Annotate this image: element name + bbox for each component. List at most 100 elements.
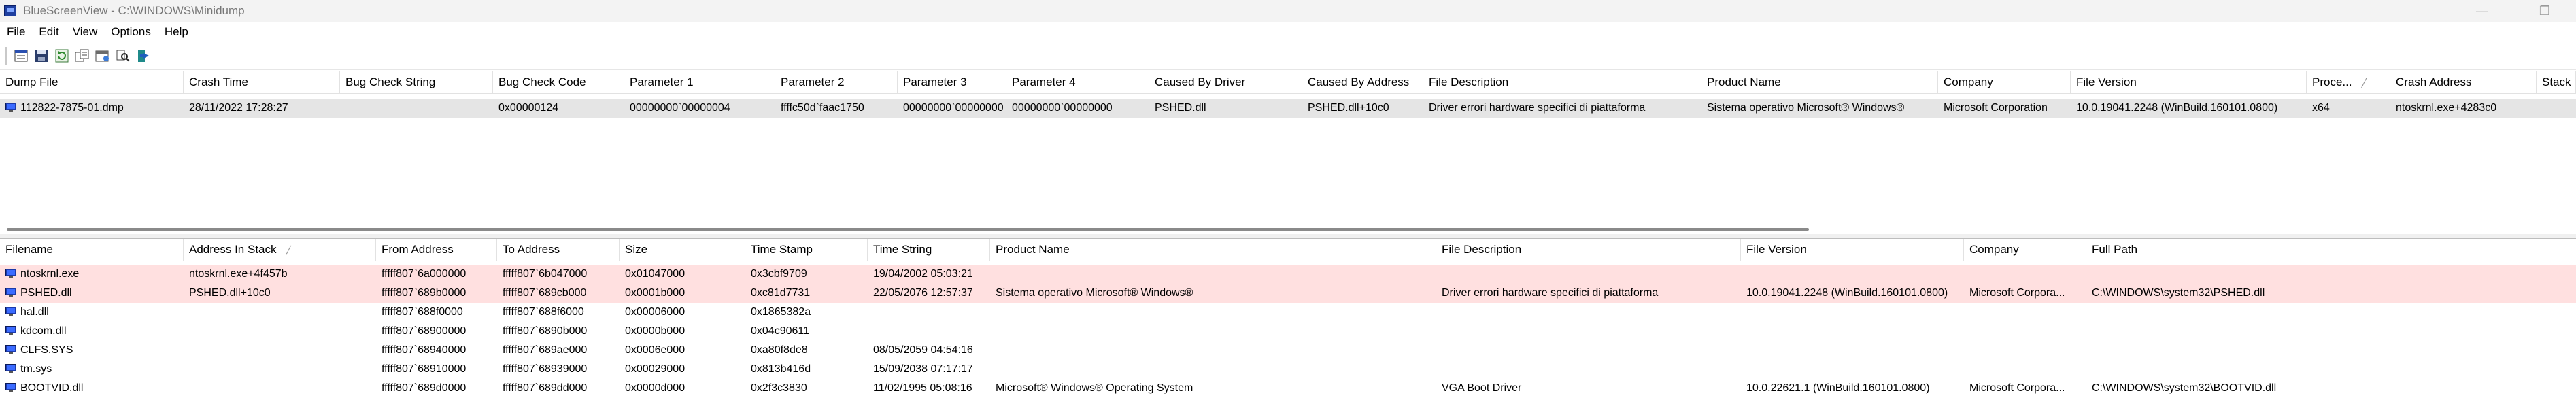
column-header-parameter-3[interactable]: Parameter 3 xyxy=(898,71,1006,93)
column-header-address-in-stack[interactable]: Address In Stack ╱ xyxy=(184,239,376,261)
minimize-button[interactable]: — xyxy=(2451,0,2513,22)
cell-bug-check-code: 0x00000124 xyxy=(493,99,624,118)
driver-row[interactable]: BOOTVID.dll fffff807`689d0000 fffff807`689… xyxy=(0,379,2576,398)
cell-to-address: fffff807`68939000 xyxy=(497,360,620,379)
cell-bug-check-string xyxy=(340,99,493,118)
cell-size: 0x0006e000 xyxy=(620,341,745,360)
cell-text: 0x0000d000 xyxy=(625,382,685,394)
column-header-label: Caused By Address xyxy=(1308,76,1410,88)
maximize-button[interactable]: ❐ xyxy=(2513,0,2576,22)
column-header-file-version[interactable]: File Version xyxy=(1741,239,1964,261)
scrollbar-thumb[interactable] xyxy=(7,228,1809,231)
column-header-time-string[interactable]: Time String xyxy=(868,239,990,261)
copy-icon[interactable] xyxy=(74,48,90,64)
cell-time-stamp: 0xc81d7731 xyxy=(745,284,868,303)
column-header-parameter-2[interactable]: Parameter 2 xyxy=(775,71,898,93)
column-header-company[interactable]: Company xyxy=(1964,239,2086,261)
column-header-crash-address[interactable]: Crash Address xyxy=(2390,71,2537,93)
column-header-parameter-4[interactable]: Parameter 4 xyxy=(1006,71,1149,93)
column-header-caused-by-address[interactable]: Caused By Address xyxy=(1302,71,1423,93)
driver-row[interactable]: kdcom.dll fffff807`68900000 fffff807`6890b… xyxy=(0,322,2576,341)
column-header-label: Caused By Driver xyxy=(1155,76,1246,88)
driver-row[interactable]: ntoskrnl.exe ntoskrnl.exe+4f457b fffff807`… xyxy=(0,265,2576,284)
cell-crash-time: 28/11/2022 17:28:27 xyxy=(184,99,340,118)
column-header-stack[interactable]: Stack xyxy=(2537,71,2576,93)
app-icon xyxy=(4,5,16,16)
driver-row[interactable]: tm.sys fffff807`68910000 fffff807`68939000… xyxy=(0,360,2576,379)
find-icon[interactable] xyxy=(115,48,131,64)
cell-text: kdcom.dll xyxy=(20,325,67,337)
column-header-file-description[interactable]: File Description xyxy=(1423,71,1701,93)
cell-text: fffff807`688f6000 xyxy=(503,306,584,318)
cell-company: Microsoft Corpora... xyxy=(1964,284,2086,303)
driver-file-icon xyxy=(5,383,16,392)
cell-text: 10.0.22621.1 (WinBuild.160101.0800) xyxy=(1746,382,1930,394)
cell-text: 15/09/2038 07:17:17 xyxy=(873,363,973,375)
column-header-size[interactable]: Size xyxy=(620,239,745,261)
column-header-proce[interactable]: Proce... ╱ xyxy=(2307,71,2390,93)
menu-help[interactable]: Help xyxy=(158,22,195,42)
cell-product-name xyxy=(990,265,1436,284)
column-header-parameter-1[interactable]: Parameter 1 xyxy=(624,71,775,93)
column-header-product-name[interactable]: Product Name xyxy=(1701,71,1938,93)
cell-size: 0x0000b000 xyxy=(620,322,745,341)
cell-time-stamp: 0xa80f8de8 xyxy=(745,341,868,360)
cell-text: fffff807`6b047000 xyxy=(503,268,588,280)
column-header-file-description[interactable]: File Description xyxy=(1436,239,1741,261)
cell-product-name xyxy=(990,360,1436,379)
column-header-dump-file[interactable]: Dump File xyxy=(0,71,184,93)
column-header-product-name[interactable]: Product Name xyxy=(990,239,1436,261)
dump-file-row[interactable]: 112822-7875-01.dmp 28/11/2022 17:28:27 0x0… xyxy=(0,99,2576,118)
menu-file[interactable]: File xyxy=(0,22,32,42)
cell-text: 0x0006e000 xyxy=(625,344,685,356)
column-header-filename[interactable]: Filename xyxy=(0,239,184,261)
cell-text: 0x1865382a xyxy=(751,306,811,318)
exit-icon[interactable] xyxy=(135,48,152,64)
cell-size: 0x0000d000 xyxy=(620,379,745,398)
column-header-from-address[interactable]: From Address xyxy=(376,239,497,261)
save-icon[interactable] xyxy=(33,48,50,64)
cell-text: fffff807`689dd000 xyxy=(503,382,588,394)
menu-options[interactable]: Options xyxy=(104,22,158,42)
cell-time-string: 15/09/2038 07:17:17 xyxy=(868,360,990,379)
cell-dump-file: 112822-7875-01.dmp xyxy=(0,99,184,118)
driver-row[interactable]: PSHED.dll PSHED.dll+10c0 fffff807`689b0000… xyxy=(0,284,2576,303)
cell-text: 0x00006000 xyxy=(625,306,685,318)
column-header-crash-time[interactable]: Crash Time xyxy=(184,71,340,93)
properties-icon[interactable] xyxy=(13,48,29,64)
column-header-full-path[interactable]: Full Path xyxy=(2086,239,2509,261)
cell-time-string: 19/04/2002 05:03:21 xyxy=(868,265,990,284)
cell-address-in-stack: ntoskrnl.exe+4f457b xyxy=(184,265,376,284)
html-report-icon[interactable] xyxy=(95,48,111,64)
cell-time-string: 11/02/1995 05:08:16 xyxy=(868,379,990,398)
menu-view[interactable]: View xyxy=(66,22,105,42)
cell-size: 0x00029000 xyxy=(620,360,745,379)
cell-text: C:\WINDOWS\system32\PSHED.dll xyxy=(2092,287,2265,299)
driver-row[interactable]: hal.dll fffff807`688f0000 fffff807`688f600… xyxy=(0,303,2576,322)
column-header-company[interactable]: Company xyxy=(1938,71,2071,93)
driver-file-icon xyxy=(5,345,16,354)
driver-row[interactable]: CLFS.SYS fffff807`68940000 fffff807`689ae0… xyxy=(0,341,2576,360)
menu-edit[interactable]: Edit xyxy=(32,22,65,42)
cell-file-version: 10.0.19041.2248 (WinBuild.160101.0800) xyxy=(1741,284,1964,303)
column-header-caused-by-driver[interactable]: Caused By Driver xyxy=(1149,71,1302,93)
cell-to-address: fffff807`689dd000 xyxy=(497,379,620,398)
column-header-to-address[interactable]: To Address xyxy=(497,239,620,261)
cell-time-string xyxy=(868,303,990,322)
cell-to-address: fffff807`688f6000 xyxy=(497,303,620,322)
cell-filename: kdcom.dll xyxy=(0,322,184,341)
column-header-bug-check-code[interactable]: Bug Check Code xyxy=(493,71,624,93)
cell-caused-by-address: PSHED.dll+10c0 xyxy=(1302,99,1423,118)
cell-time-stamp: 0x3cbf9709 xyxy=(745,265,868,284)
column-header-file-version[interactable]: File Version xyxy=(2071,71,2307,93)
refresh-icon[interactable] xyxy=(54,48,70,64)
cell-text: Microsoft Corporation xyxy=(1944,102,2048,114)
cell-file-version xyxy=(1741,265,1964,284)
column-header-bug-check-string[interactable]: Bug Check String xyxy=(340,71,493,93)
cell-address-in-stack xyxy=(184,341,376,360)
toolbar xyxy=(0,42,2576,70)
cell-text: 0x04c90611 xyxy=(751,325,809,337)
horizontal-scrollbar[interactable] xyxy=(0,225,1813,232)
column-header-time-stamp[interactable]: Time Stamp xyxy=(745,239,868,261)
column-header-label: File Version xyxy=(1746,243,1807,256)
